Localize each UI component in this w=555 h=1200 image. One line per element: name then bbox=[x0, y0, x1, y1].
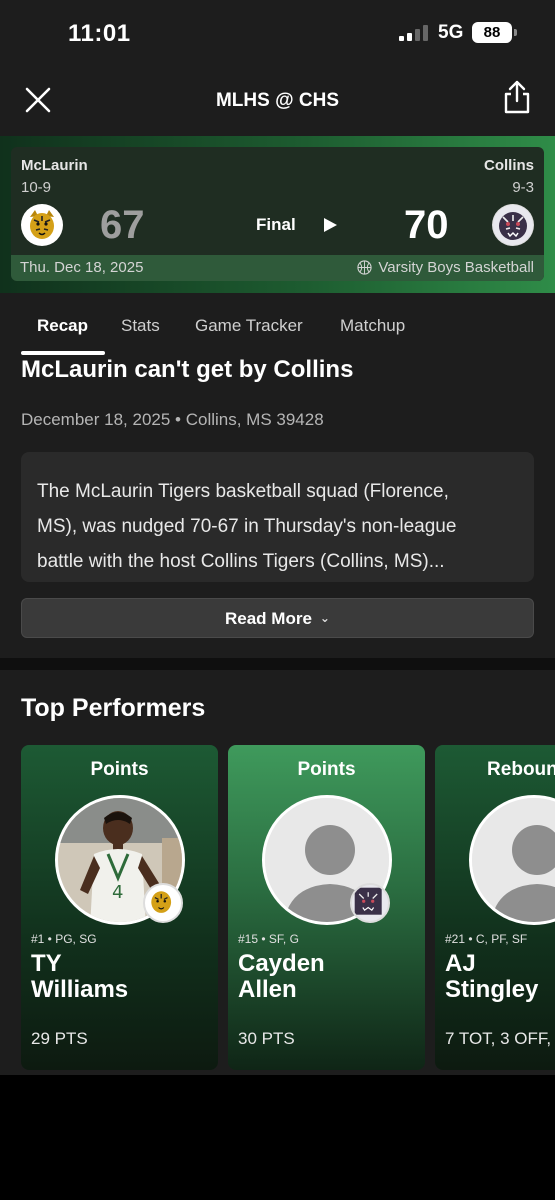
away-team-name: McLaurin bbox=[21, 157, 88, 174]
player-stat: 7 TOT, 3 OFF, 4 DEF bbox=[445, 1029, 555, 1048]
basketball-icon bbox=[357, 260, 372, 275]
read-more-label: Read More bbox=[225, 609, 312, 628]
player-last-name: Stingley bbox=[445, 976, 539, 1003]
active-tab-indicator bbox=[21, 351, 105, 355]
share-icon[interactable] bbox=[502, 80, 532, 114]
signal-icon bbox=[399, 25, 428, 41]
scoreboard-card[interactable]: McLaurin 10-9 67 Final 70 Collins 9-3 Th… bbox=[11, 147, 544, 281]
status-bar: 11:01 5G 88 bbox=[0, 0, 555, 66]
recap-headline: McLaurin can't get by Collins bbox=[21, 356, 354, 383]
home-score: 70 bbox=[404, 203, 449, 247]
player-avatar-placeholder bbox=[469, 795, 555, 925]
tiger-logo-icon bbox=[350, 883, 390, 923]
game-date: Thu. Dec 18, 2025 bbox=[20, 259, 144, 276]
performer-card[interactable]: Rebounds #21 • C, PF, SF AJ Stingley 7 T… bbox=[435, 745, 555, 1070]
sport-label: Varsity Boys Basketball bbox=[378, 259, 534, 276]
away-team-record: 10-9 bbox=[21, 179, 52, 196]
tiger-logo-icon bbox=[143, 883, 183, 923]
status-time: 11:01 bbox=[68, 20, 131, 47]
tiger-logo-icon bbox=[21, 204, 63, 246]
player-last-name: Williams bbox=[31, 976, 129, 1003]
section-divider bbox=[0, 658, 555, 670]
performer-card[interactable]: Points #15 • SF, G Cayden Allen 30 PTS bbox=[228, 745, 425, 1070]
recap-line: The McLaurin Tigers basketball squad (Fl… bbox=[37, 481, 449, 502]
home-team-record: 9-3 bbox=[512, 179, 534, 196]
page-title: MLHS @ CHS bbox=[215, 90, 340, 111]
player-stat: 30 PTS bbox=[238, 1029, 295, 1048]
top-performers-title: Top Performers bbox=[21, 694, 206, 722]
bottom-blank-area bbox=[0, 1075, 555, 1200]
network-label: 5G bbox=[438, 22, 464, 43]
play-icon[interactable] bbox=[322, 217, 338, 233]
player-first-name: TY bbox=[31, 950, 62, 977]
player-position: #1 • PG, SG bbox=[31, 932, 97, 946]
player-first-name: AJ bbox=[445, 950, 476, 977]
scoreboard-footer: Thu. Dec 18, 2025 Varsity Boys Basketbal… bbox=[11, 255, 544, 281]
recap-meta: December 18, 2025 • Collins, MS 39428 bbox=[21, 410, 324, 429]
tab-stats[interactable]: Stats bbox=[121, 316, 160, 336]
player-name: AJ Stingley bbox=[445, 951, 538, 1003]
app-screen: 11:01 5G 88 MLHS @ CHS McLaurin 10-9 67 … bbox=[0, 0, 555, 1075]
player-first-name: Cayden bbox=[238, 950, 325, 977]
player-name: TY Williams bbox=[31, 951, 128, 1003]
performer-category: Points bbox=[297, 759, 356, 780]
recap-line: battle with the host Collins Tigers (Col… bbox=[37, 551, 445, 572]
performer-category: Points bbox=[90, 759, 149, 780]
read-more-button[interactable]: Read More ⌄ bbox=[21, 598, 534, 638]
player-position: #15 • SF, G bbox=[238, 932, 299, 946]
tab-bar: Recap Stats Game Tracker Matchup bbox=[0, 300, 555, 356]
away-score: 67 bbox=[100, 203, 145, 247]
player-stat: 29 PTS bbox=[31, 1029, 88, 1048]
battery-icon: 88 bbox=[472, 22, 517, 43]
tiger-logo-icon bbox=[492, 204, 534, 246]
tab-matchup[interactable]: Matchup bbox=[340, 316, 405, 336]
score-banner: McLaurin 10-9 67 Final 70 Collins 9-3 Th… bbox=[0, 136, 555, 293]
performer-card[interactable]: Points 4 #1 • PG, SG TY Williams 29 PTS bbox=[21, 745, 218, 1070]
recap-line: MS), was nudged 70-67 in Thursday's non-… bbox=[37, 516, 457, 537]
player-last-name: Allen bbox=[238, 976, 297, 1003]
top-nav: MLHS @ CHS bbox=[0, 66, 555, 136]
home-team-name: Collins bbox=[483, 157, 534, 174]
chevron-down-icon: ⌄ bbox=[319, 611, 330, 625]
svg-text:4: 4 bbox=[112, 882, 123, 903]
player-name: Cayden Allen bbox=[238, 951, 325, 1003]
performer-category: Rebounds bbox=[487, 759, 555, 780]
tab-recap[interactable]: Recap bbox=[37, 316, 88, 336]
recap-summary: The McLaurin Tigers basketball squad (Fl… bbox=[21, 452, 534, 582]
player-position: #21 • C, PF, SF bbox=[445, 932, 528, 946]
tab-game-tracker[interactable]: Game Tracker bbox=[195, 316, 303, 336]
game-status: Final bbox=[256, 215, 296, 234]
